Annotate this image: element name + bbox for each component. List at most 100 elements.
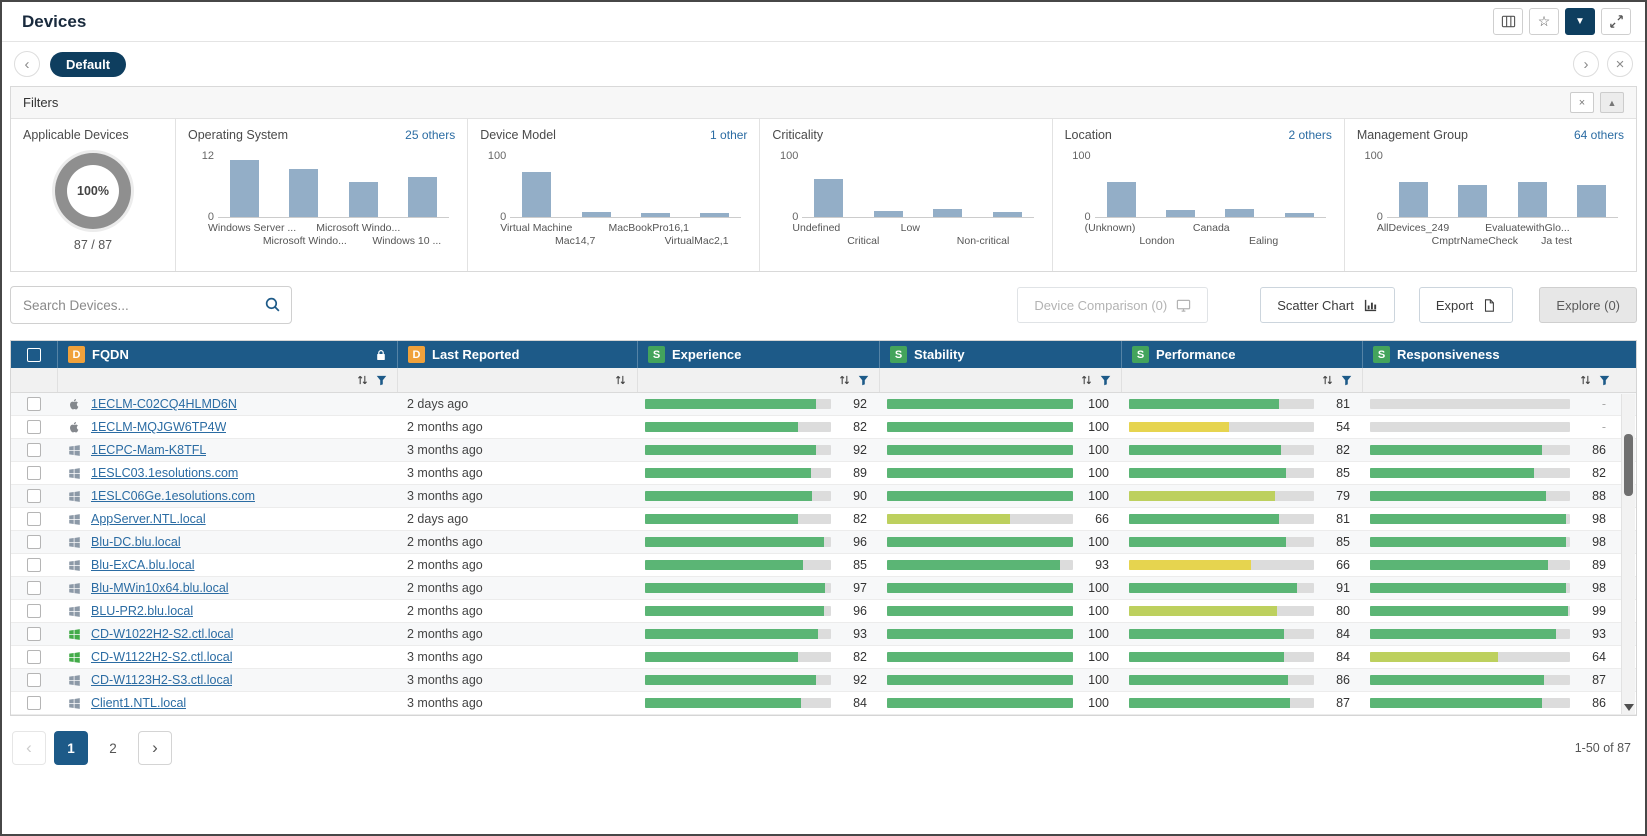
filters-clear-button[interactable]: × (1570, 92, 1594, 113)
view-tab-default[interactable]: Default (50, 52, 126, 77)
filter-bar[interactable] (814, 179, 843, 217)
filter-bar[interactable] (522, 172, 551, 217)
filter-bar[interactable] (1518, 182, 1547, 217)
filter-bar[interactable] (1399, 182, 1428, 217)
fqdn-link[interactable]: Blu-ExCA.blu.local (91, 558, 195, 572)
fqdn-link[interactable]: 1ECLM-C02CQ4HLMD6N (91, 397, 237, 411)
table-row: AppServer.NTL.local2 days ago82668198 (11, 508, 1636, 531)
prev-page-button[interactable]: ‹ (12, 731, 46, 765)
views-scroll-right-button[interactable]: › (1573, 51, 1599, 77)
row-checkbox[interactable] (27, 466, 41, 480)
score-value: 92 (841, 443, 867, 457)
column-header-last-reported[interactable]: D Last Reported (397, 341, 637, 368)
filter-bar[interactable] (641, 213, 670, 217)
views-dropdown-button[interactable]: ▼ (1565, 8, 1595, 35)
select-all-checkbox[interactable] (27, 348, 41, 362)
sort-icon[interactable] (1321, 374, 1334, 386)
page-button-2[interactable]: 2 (96, 731, 130, 765)
column-header-experience[interactable]: S Experience (637, 341, 879, 368)
views-scroll-left-button[interactable]: ‹ (14, 51, 40, 77)
filter-bar[interactable] (289, 169, 318, 217)
sort-icon[interactable] (356, 374, 369, 386)
column-header-responsiveness[interactable]: S Responsiveness (1362, 341, 1636, 368)
column-header-stability[interactable]: S Stability (879, 341, 1121, 368)
filter-bar[interactable] (993, 212, 1022, 217)
row-checkbox[interactable] (27, 581, 41, 595)
row-checkbox[interactable] (27, 604, 41, 618)
filter-card-title: Location (1065, 128, 1112, 142)
row-checkbox[interactable] (27, 443, 41, 457)
filter-funnel-icon[interactable] (1599, 375, 1610, 386)
row-checkbox[interactable] (27, 558, 41, 572)
score-bar (1129, 583, 1314, 593)
score-badge: S (648, 346, 665, 363)
column-header-performance[interactable]: S Performance (1121, 341, 1362, 368)
export-button[interactable]: Export (1419, 287, 1514, 323)
filter-bar[interactable] (1458, 185, 1487, 217)
filter-others-link[interactable]: 1 other (710, 128, 747, 142)
filter-others-link[interactable]: 25 others (405, 128, 455, 142)
fqdn-link[interactable]: 1ESLC03.1esolutions.com (91, 466, 238, 480)
row-checkbox[interactable] (27, 397, 41, 411)
fullscreen-button[interactable] (1601, 8, 1631, 35)
filter-bar[interactable] (349, 182, 378, 217)
search-input[interactable] (10, 286, 292, 324)
fqdn-link[interactable]: 1ESLC06Ge.1esolutions.com (91, 489, 255, 503)
row-checkbox[interactable] (27, 512, 41, 526)
filter-bar[interactable] (1107, 182, 1136, 217)
page-button-1[interactable]: 1 (54, 731, 88, 765)
row-checkbox[interactable] (27, 696, 41, 710)
fqdn-link[interactable]: Client1.NTL.local (91, 696, 186, 710)
filter-bar[interactable] (700, 213, 729, 217)
fqdn-link[interactable]: 1ECLM-MQJGW6TP4W (91, 420, 226, 434)
row-checkbox[interactable] (27, 627, 41, 641)
sort-icon[interactable] (838, 374, 851, 386)
sort-icon[interactable] (1579, 374, 1592, 386)
filter-funnel-icon[interactable] (376, 375, 387, 386)
sort-icon[interactable] (614, 374, 627, 386)
scrollbar-thumb[interactable] (1624, 434, 1633, 496)
filter-others-link[interactable]: 2 others (1288, 128, 1331, 142)
stability-score-cell: 100 (879, 393, 1121, 415)
filter-bar[interactable] (1285, 213, 1314, 217)
device-comparison-button[interactable]: Device Comparison (0) (1017, 287, 1208, 323)
fqdn-link[interactable]: CD-W1123H2-S3.ctl.local (91, 673, 232, 687)
fqdn-link[interactable]: BLU-PR2.blu.local (91, 604, 193, 618)
row-checkbox[interactable] (27, 489, 41, 503)
filter-bar[interactable] (1166, 210, 1195, 217)
row-checkbox[interactable] (27, 650, 41, 664)
filter-funnel-icon[interactable] (858, 375, 869, 386)
last-reported-cell: 2 months ago (397, 416, 637, 438)
view-close-button[interactable]: × (1607, 51, 1633, 77)
filter-bar[interactable] (408, 177, 437, 217)
filter-bar[interactable] (1577, 185, 1606, 217)
filters-collapse-button[interactable]: ▲ (1600, 92, 1624, 113)
next-page-button[interactable]: › (138, 731, 172, 765)
filter-bar[interactable] (1225, 209, 1254, 217)
fqdn-link[interactable]: Blu-DC.blu.local (91, 535, 181, 549)
row-checkbox[interactable] (27, 673, 41, 687)
fqdn-link[interactable]: Blu-MWin10x64.blu.local (91, 581, 229, 595)
filter-bar[interactable] (933, 209, 962, 217)
explore-button[interactable]: Explore (0) (1539, 287, 1637, 323)
sort-icon[interactable] (1080, 374, 1093, 386)
table-columns-button[interactable] (1493, 8, 1523, 35)
vertical-scrollbar[interactable] (1621, 394, 1635, 714)
filter-bar[interactable] (230, 160, 259, 217)
filter-funnel-icon[interactable] (1341, 375, 1352, 386)
column-header-fqdn[interactable]: D FQDN (57, 341, 397, 368)
fqdn-link[interactable]: 1ECPC-Mam-K8TFL (91, 443, 206, 457)
favorite-button[interactable]: ☆ (1529, 8, 1559, 35)
scatter-chart-button[interactable]: Scatter Chart (1260, 287, 1395, 323)
fqdn-link[interactable]: CD-W1122H2-S2.ctl.local (91, 650, 232, 664)
fqdn-link[interactable]: CD-W1022H2-S2.ctl.local (91, 627, 233, 641)
score-value: 100 (1083, 466, 1109, 480)
fqdn-link[interactable]: AppServer.NTL.local (91, 512, 206, 526)
filter-funnel-icon[interactable] (1100, 375, 1111, 386)
filter-bar[interactable] (874, 211, 903, 217)
filter-bar[interactable] (582, 212, 611, 217)
row-checkbox[interactable] (27, 420, 41, 434)
applicable-devices-donut[interactable]: 100% (55, 153, 131, 229)
row-checkbox[interactable] (27, 535, 41, 549)
filter-others-link[interactable]: 64 others (1574, 128, 1624, 142)
